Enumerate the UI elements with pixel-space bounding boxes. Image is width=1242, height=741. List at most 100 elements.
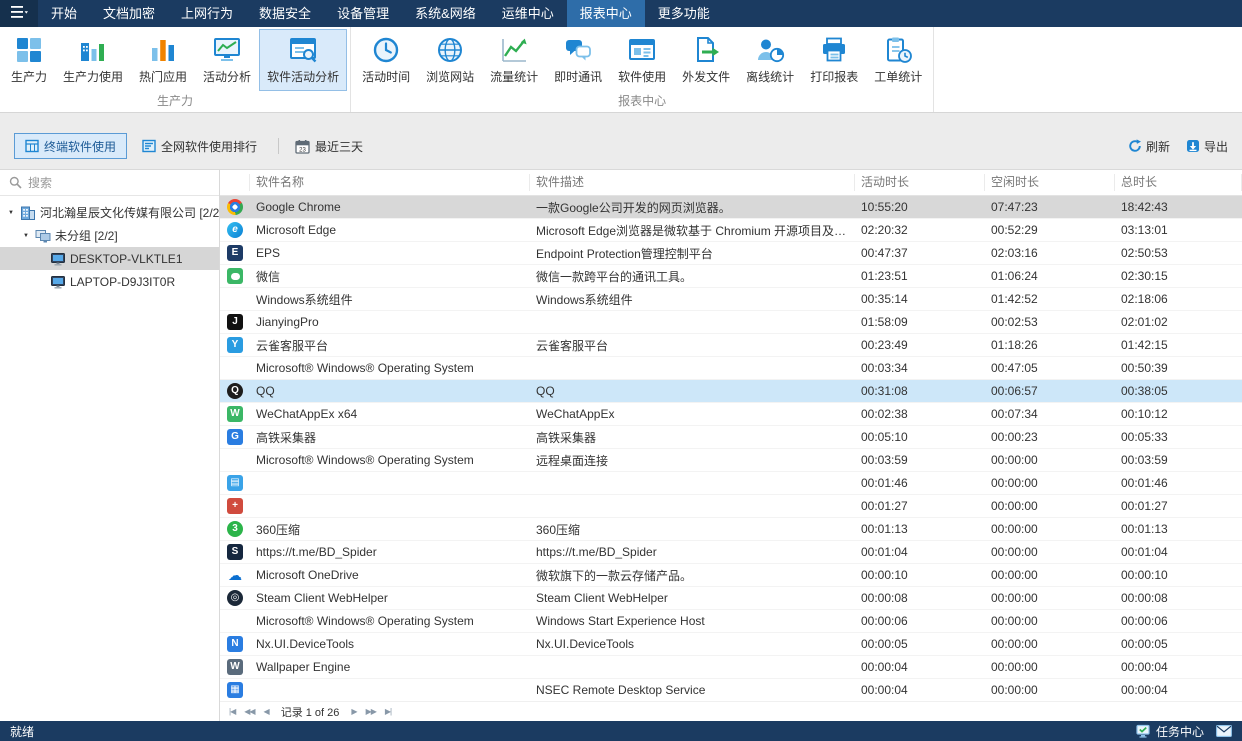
tree-node-3[interactable]: DESKTOP-VLKTLE1	[0, 247, 219, 270]
table-row[interactable]: eMicrosoft EdgeMicrosoft Edge浏览器是微软基于 Ch…	[220, 219, 1242, 242]
ribbon-item-grid[interactable]: 生产力	[3, 29, 55, 91]
table-row[interactable]: ▤00:01:4600:00:0000:01:46	[220, 472, 1242, 495]
cell-total_time: 00:00:08	[1115, 591, 1242, 605]
ribbon-item-software[interactable]: 软件使用	[610, 29, 674, 91]
table-row[interactable]: 3360压缩360压缩00:01:1300:00:0000:01:13	[220, 518, 1242, 541]
table-row[interactable]: WWeChatAppEx x64WeChatAppEx00:02:3800:07…	[220, 403, 1242, 426]
last-page-button[interactable]: ▶|	[384, 707, 392, 716]
offline-icon	[755, 35, 785, 65]
expander-icon[interactable]: ▼	[21, 233, 31, 239]
menu-item-6[interactable]: 系统&网络	[402, 0, 489, 27]
table-row[interactable]: +00:01:2700:00:0000:01:27	[220, 495, 1242, 518]
ribbon-item-clock[interactable]: 活动时间	[354, 29, 418, 91]
ribbon-item-offline[interactable]: 离线统计	[738, 29, 802, 91]
steam-app-icon: ◎	[227, 590, 243, 606]
table-row[interactable]: G高铁采集器高铁采集器00:05:1000:00:2300:05:33	[220, 426, 1242, 449]
record-count-label: 记录 1 of 26	[277, 704, 344, 720]
export-button[interactable]: 导出	[1186, 138, 1228, 155]
cell-idle_time: 00:00:00	[985, 545, 1115, 559]
table-row[interactable]: Shttps://t.me/BD_Spiderhttps://t.me/BD_S…	[220, 541, 1242, 564]
table-row[interactable]: Microsoft® Windows® Operating System00:0…	[220, 357, 1242, 380]
column-header-5[interactable]: 总时长	[1115, 174, 1242, 191]
table-row[interactable]: Google Chrome一款Google公司开发的网页浏览器。10:55:20…	[220, 196, 1242, 219]
message-icon[interactable]	[1216, 725, 1232, 737]
cell-active_time: 00:05:10	[855, 430, 985, 444]
search-input[interactable]	[28, 176, 210, 190]
menu-item-1[interactable]: 开始	[38, 0, 90, 27]
column-header-2[interactable]: 软件描述	[530, 174, 855, 191]
table-row[interactable]: ☁Microsoft OneDrive微软旗下的一款云存储产品。00:00:10…	[220, 564, 1242, 587]
cell-total_time: 02:18:06	[1115, 292, 1242, 306]
date-range-filter[interactable]: 23 最近三天	[289, 138, 369, 155]
refresh-button[interactable]: 刷新	[1128, 138, 1170, 155]
ribbon-item-im[interactable]: 即时通讯	[546, 29, 610, 91]
table-row[interactable]: JJianyingPro01:58:0900:02:5302:01:02	[220, 311, 1242, 334]
fast-prev-button[interactable]: ◀◀	[243, 707, 255, 716]
nx-app-icon: N	[227, 636, 243, 652]
cell-total_time: 00:03:59	[1115, 453, 1242, 467]
ribbon-item-hotapp[interactable]: 热门应用	[131, 29, 195, 91]
ribbon-item-softanalysis[interactable]: 软件活动分析	[259, 29, 347, 91]
ribbon-item-usage[interactable]: 生产力使用	[55, 29, 131, 91]
main-menu-button[interactable]	[0, 0, 38, 27]
table-row[interactable]: Microsoft® Windows® Operating SystemWind…	[220, 610, 1242, 633]
column-header-4[interactable]: 空闲时长	[985, 174, 1115, 191]
menu-item-7[interactable]: 运维中心	[489, 0, 567, 27]
ribbon-item-outfile[interactable]: 外发文件	[674, 29, 738, 91]
toolbar-separator	[278, 138, 279, 154]
menu-item-5[interactable]: 设备管理	[324, 0, 402, 27]
task-center-button[interactable]: 任务中心	[1156, 723, 1204, 740]
cell-name: Wallpaper Engine	[250, 660, 530, 674]
cell-desc: https://t.me/BD_Spider	[530, 545, 855, 559]
chrome-app-icon	[227, 199, 243, 215]
cell-name: 微信	[250, 268, 530, 285]
menu-item-8[interactable]: 报表中心	[567, 0, 645, 27]
cell-total_time: 02:01:02	[1115, 315, 1242, 329]
table-row[interactable]: QQQQQ00:31:0800:06:5700:38:05	[220, 380, 1242, 403]
tree-node-1[interactable]: ▼河北瀚星辰文化传媒有限公司 [2/2]	[0, 201, 219, 224]
menu-item-9[interactable]: 更多功能	[645, 0, 723, 27]
tree-node-2[interactable]: ▼未分组 [2/2]	[0, 224, 219, 247]
ribbon-item-traffic[interactable]: 流量统计	[482, 29, 546, 91]
ribbon-item-analysis[interactable]: 活动分析	[195, 29, 259, 91]
table-row[interactable]: Windows系统组件Windows系统组件00:35:1401:42:5202…	[220, 288, 1242, 311]
cell-idle_time: 00:06:57	[985, 384, 1115, 398]
nsec-app-icon: ▦	[227, 682, 243, 698]
analysis-icon	[212, 35, 242, 65]
cell-idle_time: 00:00:00	[985, 660, 1115, 674]
tab-2[interactable]: 全网软件使用排行	[131, 133, 268, 159]
cell-active_time: 02:20:32	[855, 223, 985, 237]
column-header-3[interactable]: 活动时长	[855, 174, 985, 191]
ribbon-group-2: 活动时间浏览网站流量统计即时通讯软件使用外发文件离线统计打印报表工单统计报表中心	[351, 27, 934, 112]
column-header-1[interactable]: 软件名称	[250, 174, 530, 191]
table-row[interactable]: ▦NSEC Remote Desktop Service00:00:0400:0…	[220, 679, 1242, 701]
ribbon-item-printer[interactable]: 打印报表	[802, 29, 866, 91]
cell-total_time: 03:13:01	[1115, 223, 1242, 237]
menu-item-3[interactable]: 上网行为	[168, 0, 246, 27]
fast-next-button[interactable]: ▶▶	[365, 707, 377, 716]
table-row[interactable]: 微信微信一款跨平台的通讯工具。01:23:5101:06:2402:30:15	[220, 265, 1242, 288]
table-row[interactable]: Y云雀客服平台云雀客服平台00:23:4901:18:2601:42:15	[220, 334, 1242, 357]
ribbon-item-globe[interactable]: 浏览网站	[418, 29, 482, 91]
wallpaper-app-icon: W	[227, 659, 243, 675]
table-row[interactable]: NNx.UI.DeviceToolsNx.UI.DeviceTools00:00…	[220, 633, 1242, 656]
menu-item-2[interactable]: 文档加密	[90, 0, 168, 27]
table-row[interactable]: ◎Steam Client WebHelperSteam Client WebH…	[220, 587, 1242, 610]
windows-app-icon	[227, 360, 243, 376]
expander-icon[interactable]: ▼	[6, 210, 16, 216]
first-page-button[interactable]: |◀	[228, 707, 236, 716]
menu-item-4[interactable]: 数据安全	[246, 0, 324, 27]
table-row[interactable]: EEPSEndpoint Protection管理控制平台00:47:3702:…	[220, 242, 1242, 265]
cell-name: Microsoft OneDrive	[250, 568, 530, 582]
table-row[interactable]: WWallpaper Engine00:00:0400:00:0000:00:0…	[220, 656, 1242, 679]
cell-idle_time: 00:52:29	[985, 223, 1115, 237]
cell-idle_time: 02:03:16	[985, 246, 1115, 260]
cell-total_time: 00:01:27	[1115, 499, 1242, 513]
table-row[interactable]: Microsoft® Windows® Operating System远程桌面…	[220, 449, 1242, 472]
tree-node-4[interactable]: LAPTOP-D9J3IT0R	[0, 270, 219, 293]
next-page-button[interactable]: ▶	[350, 707, 357, 716]
ribbon-item-workorder[interactable]: 工单统计	[866, 29, 930, 91]
prev-page-button[interactable]: ◀	[263, 707, 270, 716]
ribbon-group-items: 生产力生产力使用热门应用活动分析软件活动分析	[3, 29, 347, 91]
tab-1[interactable]: 终端软件使用	[14, 133, 127, 159]
